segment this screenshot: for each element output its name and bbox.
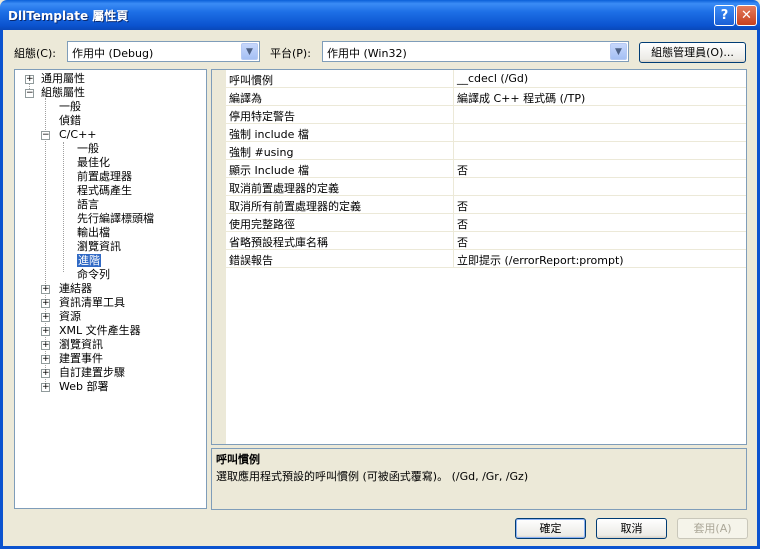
tree-item-debugging[interactable]: 偵錯	[59, 114, 81, 128]
tree-item-optimization[interactable]: 最佳化	[77, 156, 110, 170]
column-divider	[453, 160, 454, 178]
collapse-minus-icon[interactable]: −	[41, 131, 50, 140]
cancel-button[interactable]: 取消	[596, 518, 667, 539]
property-name: 取消前置處理器的定義	[229, 182, 339, 195]
property-name: 編譯為	[229, 92, 262, 105]
configuration-manager-button[interactable]: 組態管理員(O)...	[639, 42, 746, 63]
apply-button[interactable]: 套用(A)	[677, 518, 748, 539]
ok-button[interactable]: 確定	[515, 518, 586, 539]
property-row[interactable]: 強制 #using	[226, 142, 746, 160]
property-tree[interactable]: + 通用屬性 − 組態屬性 一般 偵錯 − C/C++ 一般 最佳化 前置處理器…	[14, 69, 207, 509]
column-divider	[453, 196, 454, 214]
platform-dropdown[interactable]: 作用中 (Win32) ▼	[322, 41, 629, 62]
tree-item-general[interactable]: 一般	[59, 100, 81, 114]
tree-connector	[63, 142, 64, 272]
expand-plus-icon[interactable]: +	[41, 299, 50, 308]
tree-item-preprocessor[interactable]: 前置處理器	[77, 170, 132, 184]
column-divider	[453, 232, 454, 250]
property-row[interactable]: 使用完整路徑 否	[226, 214, 746, 232]
expand-plus-icon[interactable]: +	[41, 383, 50, 392]
chevron-down-icon[interactable]: ▼	[241, 43, 258, 60]
property-name: 顯示 Include 檔	[229, 164, 310, 177]
configuration-dropdown[interactable]: 作用中 (Debug) ▼	[67, 41, 260, 62]
property-row[interactable]: 強制 include 檔	[226, 124, 746, 142]
grid-gutter	[212, 70, 226, 444]
property-name: 強制 include 檔	[229, 128, 309, 141]
property-name: 錯誤報告	[229, 254, 273, 267]
tree-connector	[45, 138, 46, 390]
window-title: DllTemplate 屬性頁	[8, 9, 129, 23]
tree-item-precompiled-headers[interactable]: 先行編譯標頭檔	[77, 212, 154, 226]
tree-item-output-files[interactable]: 輸出檔	[77, 226, 110, 240]
help-button[interactable]: ?	[714, 5, 735, 26]
property-value[interactable]: 否	[457, 216, 468, 232]
expand-plus-icon[interactable]: +	[41, 313, 50, 322]
tree-item-advanced[interactable]: 進階	[77, 254, 101, 268]
tree-item-code-generation[interactable]: 程式碼產生	[77, 184, 132, 198]
column-divider	[453, 178, 454, 196]
column-divider	[453, 214, 454, 232]
column-divider	[453, 88, 454, 106]
property-row[interactable]: 顯示 Include 檔 否	[226, 160, 746, 178]
expand-plus-icon[interactable]: +	[25, 75, 34, 84]
property-name: 呼叫慣例	[229, 74, 273, 87]
column-divider	[453, 124, 454, 142]
description-title: 呼叫慣例	[216, 453, 260, 466]
property-row[interactable]: 省略預設程式庫名稱 否	[226, 232, 746, 250]
description-panel: 呼叫慣例 選取應用程式預設的呼叫慣例 (可被函式覆寫)。 (/Gd, /Gr, …	[211, 448, 747, 510]
column-divider	[453, 70, 454, 88]
property-value[interactable]: 否	[457, 198, 468, 214]
chevron-down-icon[interactable]: ▼	[610, 43, 627, 60]
platform-value: 作用中 (Win32)	[327, 47, 407, 60]
expand-plus-icon[interactable]: +	[41, 355, 50, 364]
expand-plus-icon[interactable]: +	[41, 369, 50, 378]
property-name: 取消所有前置處理器的定義	[229, 200, 361, 213]
configuration-label: 組態(C):	[14, 47, 56, 60]
property-name: 停用特定警告	[229, 110, 295, 123]
property-row[interactable]: 停用特定警告	[226, 106, 746, 124]
description-text: 選取應用程式預設的呼叫慣例 (可被函式覆寫)。 (/Gd, /Gr, /Gz)	[216, 470, 529, 483]
tree-item-browse-info[interactable]: 瀏覽資訊	[77, 240, 121, 254]
close-button[interactable]: ✕	[736, 5, 757, 26]
property-name: 強制 #using	[229, 146, 294, 159]
property-grid[interactable]: 呼叫慣例 __cdecl (/Gd) 編譯為 編譯成 C++ 程式碼 (/TP) 停用特…	[211, 69, 747, 445]
expand-plus-icon[interactable]: +	[41, 285, 50, 294]
collapse-minus-icon[interactable]: −	[25, 89, 34, 98]
tree-item-c-general[interactable]: 一般	[77, 142, 99, 156]
property-value[interactable]: 否	[457, 162, 468, 178]
tree-item-language[interactable]: 語言	[77, 198, 99, 212]
property-value[interactable]: 立即提示 (/errorReport:prompt)	[457, 252, 624, 268]
property-row[interactable]: 編譯為 編譯成 C++ 程式碼 (/TP)	[226, 88, 746, 106]
property-row[interactable]: 取消所有前置處理器的定義 否	[226, 196, 746, 214]
title-bar: DllTemplate 屬性頁 ? ✕	[0, 0, 760, 30]
property-value[interactable]: 否	[457, 234, 468, 250]
property-value[interactable]: __cdecl (/Gd)	[457, 72, 528, 85]
platform-label: 平台(P):	[270, 47, 311, 60]
expand-plus-icon[interactable]: +	[41, 327, 50, 336]
property-row[interactable]: 呼叫慣例 __cdecl (/Gd)	[226, 70, 746, 88]
property-row[interactable]: 取消前置處理器的定義	[226, 178, 746, 196]
property-name: 使用完整路徑	[229, 218, 295, 231]
configuration-value: 作用中 (Debug)	[72, 47, 154, 60]
tree-item-command-line[interactable]: 命令列	[77, 268, 110, 282]
property-row[interactable]: 錯誤報告 立即提示 (/errorReport:prompt)	[226, 250, 746, 268]
property-name: 省略預設程式庫名稱	[229, 236, 328, 249]
column-divider	[453, 106, 454, 124]
expand-plus-icon[interactable]: +	[41, 341, 50, 350]
property-value[interactable]: 編譯成 C++ 程式碼 (/TP)	[457, 90, 585, 106]
column-divider	[453, 250, 454, 268]
column-divider	[453, 142, 454, 160]
